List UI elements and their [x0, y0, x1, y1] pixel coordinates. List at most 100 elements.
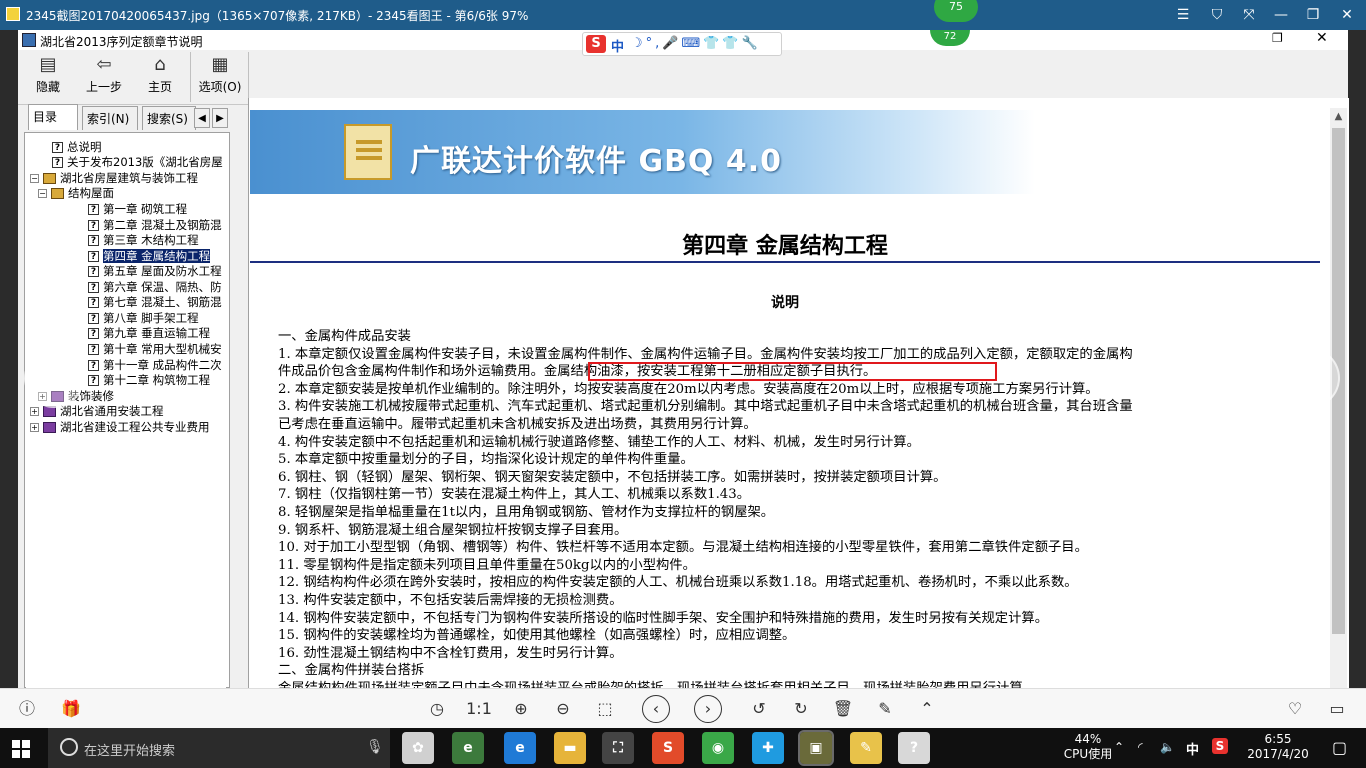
help-close-icon[interactable]: ✕: [1316, 30, 1328, 46]
tree-node[interactable]: ? 第三章 木结构工程: [88, 233, 199, 248]
360-icon[interactable]: ◉: [702, 732, 734, 764]
tab-index[interactable]: 索引(N): [82, 106, 138, 130]
document-line: 8. 轻钢屋架是指单榀重量在1t以内，且用角钢或钢筋、管材作为支撑拉杆的钢屋架。: [278, 505, 775, 520]
document-line: 12. 钢结构构件必须在跨外安装时，按相应的构件安装定额的人工、机械台班乘以系数…: [278, 575, 1078, 591]
ime-mode[interactable]: 中: [611, 36, 624, 55]
edit-icon[interactable]: ✎: [872, 697, 898, 721]
tree-node[interactable]: ? 第七章 混凝土、钢筋混: [88, 295, 222, 310]
rotate-view-icon[interactable]: ◷: [424, 697, 450, 721]
scroll-up-icon[interactable]: ▲: [1330, 108, 1347, 125]
ime-toolbar[interactable]: S 中 ☽°,🎤⌨👕👕🔧: [582, 32, 782, 56]
edge-icon[interactable]: e: [504, 732, 536, 764]
help-page-icon: ?: [52, 142, 63, 153]
shirt-icon[interactable]: ⛉: [1200, 0, 1234, 30]
store-icon[interactable]: ⛶: [602, 732, 634, 764]
clock-time: 6:55: [1264, 732, 1292, 746]
zoom-in-icon[interactable]: ⊕: [508, 697, 534, 721]
tree-expander-icon[interactable]: −: [30, 174, 39, 183]
tree-node[interactable]: + 湖北省建设工程公共专业费用: [30, 420, 210, 435]
volume-icon[interactable]: 🔈: [1160, 740, 1175, 754]
microphone-icon[interactable]: 🎙: [366, 739, 384, 755]
tree-node-label: 第一章 砌筑工程: [103, 202, 188, 216]
rotate-right-icon[interactable]: ↻: [788, 697, 814, 721]
back-button[interactable]: ⇦ 上一步: [76, 52, 132, 102]
tree-node-label: 结构屋面: [68, 186, 114, 200]
pin-icon[interactable]: ⬚: [592, 697, 618, 721]
clock[interactable]: 6:55 2017/4/20: [1240, 732, 1316, 762]
windows-start-icon[interactable]: [12, 740, 30, 758]
ime-tools[interactable]: ☽°,🎤⌨👕👕🔧: [631, 36, 761, 51]
tab-contents[interactable]: 目录(C): [28, 104, 78, 148]
info-icon[interactable]: ⓘ: [14, 697, 40, 721]
taskbar-search[interactable]: 在这里开始搜索 🎙: [48, 728, 390, 768]
tree-node[interactable]: ? 总说明: [52, 140, 102, 155]
next-image-icon[interactable]: ›: [694, 695, 722, 723]
image-viewer-icon[interactable]: ▣: [798, 730, 834, 766]
tree-node[interactable]: ? 第五章 屋面及防水工程: [88, 264, 222, 279]
up-icon[interactable]: ⌃: [914, 697, 940, 721]
tab-search[interactable]: 搜索(S): [142, 106, 196, 130]
tree-expander-icon[interactable]: +: [30, 423, 39, 432]
tree-node[interactable]: ? 第八章 脚手架工程: [88, 311, 199, 326]
tab-scroll-right-icon[interactable]: ▶: [212, 108, 228, 128]
file-explorer-icon[interactable]: ▬: [554, 732, 586, 764]
action-center-icon[interactable]: ▢: [1332, 738, 1347, 757]
input-language-indicator[interactable]: 中: [1186, 739, 1199, 758]
help-page-icon: ?: [52, 157, 63, 168]
rotate-left-icon[interactable]: ↺: [746, 697, 772, 721]
zoom-out-icon[interactable]: ⊖: [550, 697, 576, 721]
close-icon[interactable]: ✕: [1330, 0, 1364, 30]
heart-icon[interactable]: ♡: [1282, 697, 1308, 721]
tree-node[interactable]: ? 关于发布2013版《湖北省房屋: [52, 155, 223, 170]
network-icon[interactable]: ◜: [1138, 740, 1143, 754]
expand-icon[interactable]: ⤧: [1232, 0, 1266, 30]
tree-node-label: 第十章 常用大型机械安: [103, 342, 222, 356]
tab-scroll-left-icon[interactable]: ◀: [194, 108, 210, 128]
menu-icon[interactable]: ☰: [1166, 0, 1200, 30]
help-icon[interactable]: ?: [898, 732, 930, 764]
prev-image-icon[interactable]: ‹: [642, 695, 670, 723]
tree-node[interactable]: ? 第一章 砌筑工程: [88, 202, 187, 217]
actual-size-icon[interactable]: 1:1: [466, 697, 492, 721]
tree-node-label: 第二章 混凝土及钢筋混: [103, 218, 222, 232]
help-page-icon: ?: [88, 360, 99, 371]
notepad-icon[interactable]: ✎: [850, 732, 882, 764]
tree-node-label: 湖北省房屋建筑与装饰工程: [60, 171, 198, 185]
gbq-banner: 广联达计价软件 GBQ 4.0: [250, 110, 1035, 194]
tree-node[interactable]: ? 第十章 常用大型机械安: [88, 342, 222, 357]
home-button[interactable]: ⌂ 主页: [132, 52, 188, 102]
tree-node[interactable]: ? 第四章 金属结构工程: [88, 249, 211, 264]
tree-node[interactable]: − 结构屋面: [38, 186, 114, 201]
show-hidden-icons-icon[interactable]: ⌃: [1114, 740, 1124, 754]
help-page-icon: ?: [88, 266, 99, 277]
tree-expander-icon[interactable]: +: [30, 407, 39, 416]
tree-node[interactable]: ? 第九章 垂直运输工程: [88, 326, 210, 341]
2345-browser-icon[interactable]: e: [452, 732, 484, 764]
tree-node[interactable]: − 湖北省房屋建筑与装饰工程: [30, 171, 198, 186]
restore-icon[interactable]: ❐: [1296, 0, 1330, 30]
photos-icon[interactable]: ✿: [402, 732, 434, 764]
tree-node[interactable]: ? 第二章 混凝土及钢筋混: [88, 218, 222, 233]
gift-icon[interactable]: 🎁: [58, 697, 84, 721]
sogou-icon[interactable]: S: [652, 732, 684, 764]
minimize-icon[interactable]: —: [1264, 0, 1298, 30]
qq-icon[interactable]: ✚: [752, 732, 784, 764]
tree-node[interactable]: ? 第十一章 成品构件二次: [88, 358, 222, 373]
tree-node[interactable]: ? 第十二章 构筑物工程: [88, 373, 210, 388]
performance-badge[interactable]: 75: [934, 0, 978, 22]
next-image-overlay-icon[interactable]: ›: [1280, 348, 1340, 408]
tree-node-label: 第四章 金属结构工程: [103, 249, 211, 263]
viewer-title-bar: 2345截图20170420065437.jpg（1365×707像素, 217…: [0, 0, 1366, 30]
tree-node[interactable]: ? 第六章 保温、隔热、防: [88, 280, 222, 295]
options-button[interactable]: ▦ 选项(O): [192, 52, 248, 102]
sogou-tray-icon[interactable]: S: [1212, 738, 1228, 754]
document-scrollbar[interactable]: ▲: [1330, 108, 1347, 688]
search-input[interactable]: 在这里开始搜索: [84, 740, 175, 759]
hide-button[interactable]: ▤ 隐藏: [20, 52, 76, 102]
tree-expander-icon[interactable]: −: [38, 189, 47, 198]
delete-icon[interactable]: 🗑: [830, 697, 856, 721]
help-restore-icon[interactable]: ❐: [1272, 31, 1283, 45]
prev-image-overlay-icon[interactable]: ‹: [24, 348, 84, 408]
folder-icon[interactable]: ▭: [1324, 697, 1350, 721]
cpu-meter[interactable]: 44% CPU使用: [1060, 732, 1116, 762]
